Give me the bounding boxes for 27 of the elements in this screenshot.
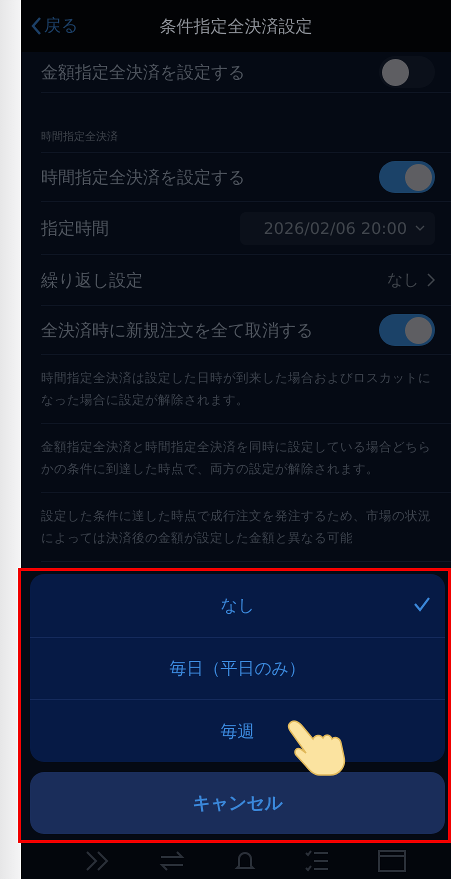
section-label: 時間指定全決済 <box>41 129 118 144</box>
repeat-value[interactable]: なし <box>387 270 435 290</box>
note-text: 金額指定全決済と時間指定全決済を同時に設定している場合どちらかの条件に到達した時点で、両方の設定が解除されます。 <box>41 438 432 478</box>
setting-label: 全決済時に新規注文を全て取消する <box>41 320 313 342</box>
cancel-button[interactable]: キャンセル <box>30 772 445 834</box>
back-link[interactable]: 戻る <box>31 14 78 37</box>
double-chevron-icon[interactable] <box>85 850 111 872</box>
toggle-switch[interactable] <box>379 314 435 346</box>
option-item[interactable]: 毎日（平日のみ） <box>30 636 445 700</box>
chevron-right-icon <box>427 273 435 287</box>
pointing-hand-icon <box>286 719 348 777</box>
setting-label: 繰り返し設定 <box>41 270 143 292</box>
note-text: 設定した条件に達した時点で成行注文を発注するため、市場の状況によっては決済後の金額が設定した金額と異なる可能 <box>41 507 432 547</box>
checklist-icon[interactable] <box>305 850 329 872</box>
note-text: 時間指定全決済は設定した日時が到来した場合およびロスカットになった場合に設定が解除されます。 <box>41 369 432 409</box>
screen-title: 条件指定全決済設定 <box>160 16 312 38</box>
swap-arrows-icon[interactable] <box>159 850 185 872</box>
setting-label: 時間指定全決済を設定する <box>41 166 245 188</box>
toggle-switch[interactable] <box>379 161 435 193</box>
card-icon[interactable] <box>377 849 407 873</box>
check-icon <box>413 596 431 612</box>
toggle-switch[interactable] <box>379 56 435 88</box>
chevron-left-icon <box>31 16 42 34</box>
setting-label: 金額指定全決済を設定する <box>41 62 245 84</box>
option-item[interactable]: なし <box>30 574 445 637</box>
chevron-down-icon <box>415 225 425 231</box>
setting-label: 指定時間 <box>41 218 109 240</box>
